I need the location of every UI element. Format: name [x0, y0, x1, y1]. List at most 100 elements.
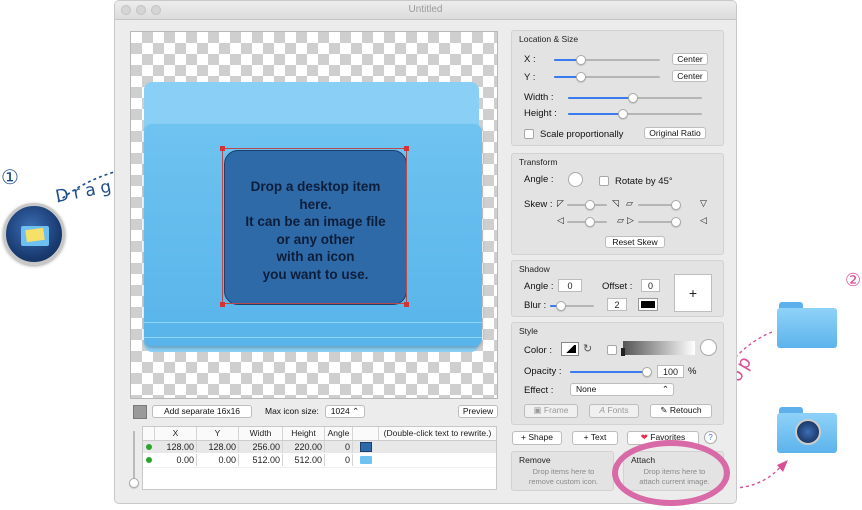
skew-bottom-right-knob[interactable] — [671, 217, 681, 227]
panel-title: Style — [519, 326, 538, 336]
skew-para-icon: ▱ — [626, 198, 633, 208]
drop-line: you want to use. — [262, 266, 369, 282]
shadow-color-swatch — [641, 301, 655, 308]
effect-select-value: None — [576, 384, 597, 394]
column-header-width[interactable]: Width — [239, 427, 283, 440]
gradient-angle-dial[interactable] — [700, 339, 717, 356]
column-header-x[interactable]: X — [155, 427, 197, 440]
color-well[interactable] — [561, 342, 579, 356]
drop-line: here. — [299, 196, 332, 212]
shadow-offset-label: Offset : — [602, 281, 633, 292]
cell-height[interactable]: 512.00 — [283, 454, 325, 466]
table-row[interactable]: 128.00 128.00 256.00 220.00 0 — [143, 441, 496, 453]
cell-y[interactable]: 0.00 — [197, 454, 239, 466]
rotate-45-checkbox[interactable] — [599, 176, 609, 186]
angle-dial[interactable] — [568, 172, 583, 187]
percent-label: % — [688, 366, 697, 377]
layer-slider-track[interactable] — [133, 431, 135, 481]
width-label: Width : — [524, 92, 554, 103]
original-ratio-button[interactable]: Original Ratio — [644, 127, 706, 139]
x-slider-knob[interactable] — [576, 55, 586, 65]
cell-y[interactable]: 128.00 — [197, 441, 239, 453]
add-separate-button[interactable]: Add separate 16x16 — [152, 405, 252, 418]
skew-right-icon: ◹ — [612, 198, 619, 208]
gradient-bar[interactable] — [623, 341, 695, 355]
effect-label: Effect : — [524, 385, 554, 396]
column-header-height[interactable]: Height — [283, 427, 325, 440]
retouch-button[interactable]: ✎ Retouch — [650, 404, 712, 418]
shadow-panel: Shadow Angle : 0 Offset : 0 Blur : 2 + — [511, 260, 724, 317]
shadow-blur-field[interactable]: 2 — [607, 298, 627, 311]
selection-handle[interactable] — [220, 302, 225, 307]
shadow-angle-label: Angle : — [524, 281, 554, 292]
gradient-stop[interactable] — [621, 348, 625, 356]
remove-hint-line: remove custom icon. — [528, 477, 599, 486]
y-slider-knob[interactable] — [576, 72, 586, 82]
visible-dot-icon[interactable] — [146, 444, 152, 450]
reset-skew-button[interactable]: Reset Skew — [605, 236, 665, 248]
app-icon-note — [25, 227, 45, 243]
max-icon-size-value: 1024 — [330, 406, 350, 416]
remove-hint-line: Drop items here to — [532, 467, 595, 476]
shadow-blur-knob[interactable] — [556, 301, 566, 311]
step-2-marker: ② — [845, 270, 862, 290]
retouch-label: Retouch — [669, 405, 702, 415]
cell-angle[interactable]: 0 — [325, 441, 353, 453]
cell-width[interactable]: 512.00 — [239, 454, 283, 466]
center-x-button[interactable]: Center — [672, 53, 708, 65]
frame-button[interactable]: ▣ Frame — [524, 404, 578, 418]
visible-dot-icon[interactable] — [146, 457, 152, 463]
skew-trap-icon: ▽ — [700, 198, 707, 208]
reset-color-icon[interactable]: ↻ — [583, 342, 592, 355]
opacity-slider-fill — [570, 371, 648, 373]
x-label: X : — [524, 54, 536, 65]
step-1-marker: ① — [1, 167, 19, 189]
column-header-y[interactable]: Y — [197, 427, 239, 440]
stepper-icon: ⌃ — [352, 406, 360, 416]
max-icon-size-select[interactable]: 1024 ⌃ — [325, 405, 365, 418]
app-window: Untitled Drop a desktop item here. It ca… — [114, 0, 737, 504]
skew-bottom-left-knob[interactable] — [585, 217, 595, 227]
shadow-color-well[interactable] — [638, 298, 658, 311]
scale-proportionally-checkbox[interactable] — [524, 129, 534, 139]
skew-left-icon: ◸ — [557, 198, 564, 208]
column-header-angle[interactable]: Angle — [325, 427, 353, 440]
selection-handle[interactable] — [220, 146, 225, 151]
layer-slider-knob[interactable] — [129, 478, 139, 488]
height-slider-knob[interactable] — [618, 109, 628, 119]
add-shape-button[interactable]: + Shape — [512, 431, 562, 445]
add-text-button[interactable]: + Text — [572, 431, 618, 445]
layer-thumbnail-folder-icon — [360, 456, 372, 464]
stepper-icon: ⌃ — [661, 384, 669, 394]
width-slider-knob[interactable] — [628, 93, 638, 103]
shadow-offset-field[interactable]: 0 — [641, 279, 660, 292]
fonts-button[interactable]: A Fonts — [589, 404, 639, 418]
effect-select[interactable]: None ⌃ — [570, 383, 674, 396]
height-slider-fill — [568, 113, 623, 115]
shadow-angle-field[interactable]: 0 — [558, 279, 582, 292]
center-y-button[interactable]: Center — [672, 70, 708, 82]
skew-top-left-knob[interactable] — [585, 200, 595, 210]
table-row[interactable]: 0.00 0.00 512.00 512.00 0 — [143, 454, 496, 466]
cell-x[interactable]: 128.00 — [155, 441, 197, 453]
cell-angle[interactable]: 0 — [325, 454, 353, 466]
cell-height[interactable]: 220.00 — [283, 441, 325, 453]
selection-handle[interactable] — [404, 146, 409, 151]
gradient-checkbox[interactable] — [607, 345, 617, 355]
opacity-field[interactable]: 100 — [657, 365, 684, 378]
small-icon-well[interactable] — [133, 405, 147, 419]
skew-play-icon: ▷ — [627, 215, 634, 225]
remove-drop-zone[interactable]: Remove Drop items here to remove custom … — [511, 451, 614, 491]
cell-width[interactable]: 256.00 — [239, 441, 283, 453]
icon-canvas[interactable]: Drop a desktop item here. It can be an i… — [130, 31, 498, 399]
column-header-preview — [353, 427, 379, 440]
title-bar: Untitled — [115, 1, 736, 20]
opacity-slider-knob[interactable] — [642, 367, 652, 377]
selection-handle[interactable] — [404, 302, 409, 307]
preview-button[interactable]: Preview — [458, 405, 498, 418]
cell-x[interactable]: 0.00 — [155, 454, 197, 466]
skew-top-right-knob[interactable] — [671, 200, 681, 210]
shadow-preview-box[interactable]: + — [674, 274, 712, 312]
drop-line: Drop a desktop item — [250, 179, 381, 194]
help-button[interactable]: ? — [704, 431, 717, 444]
